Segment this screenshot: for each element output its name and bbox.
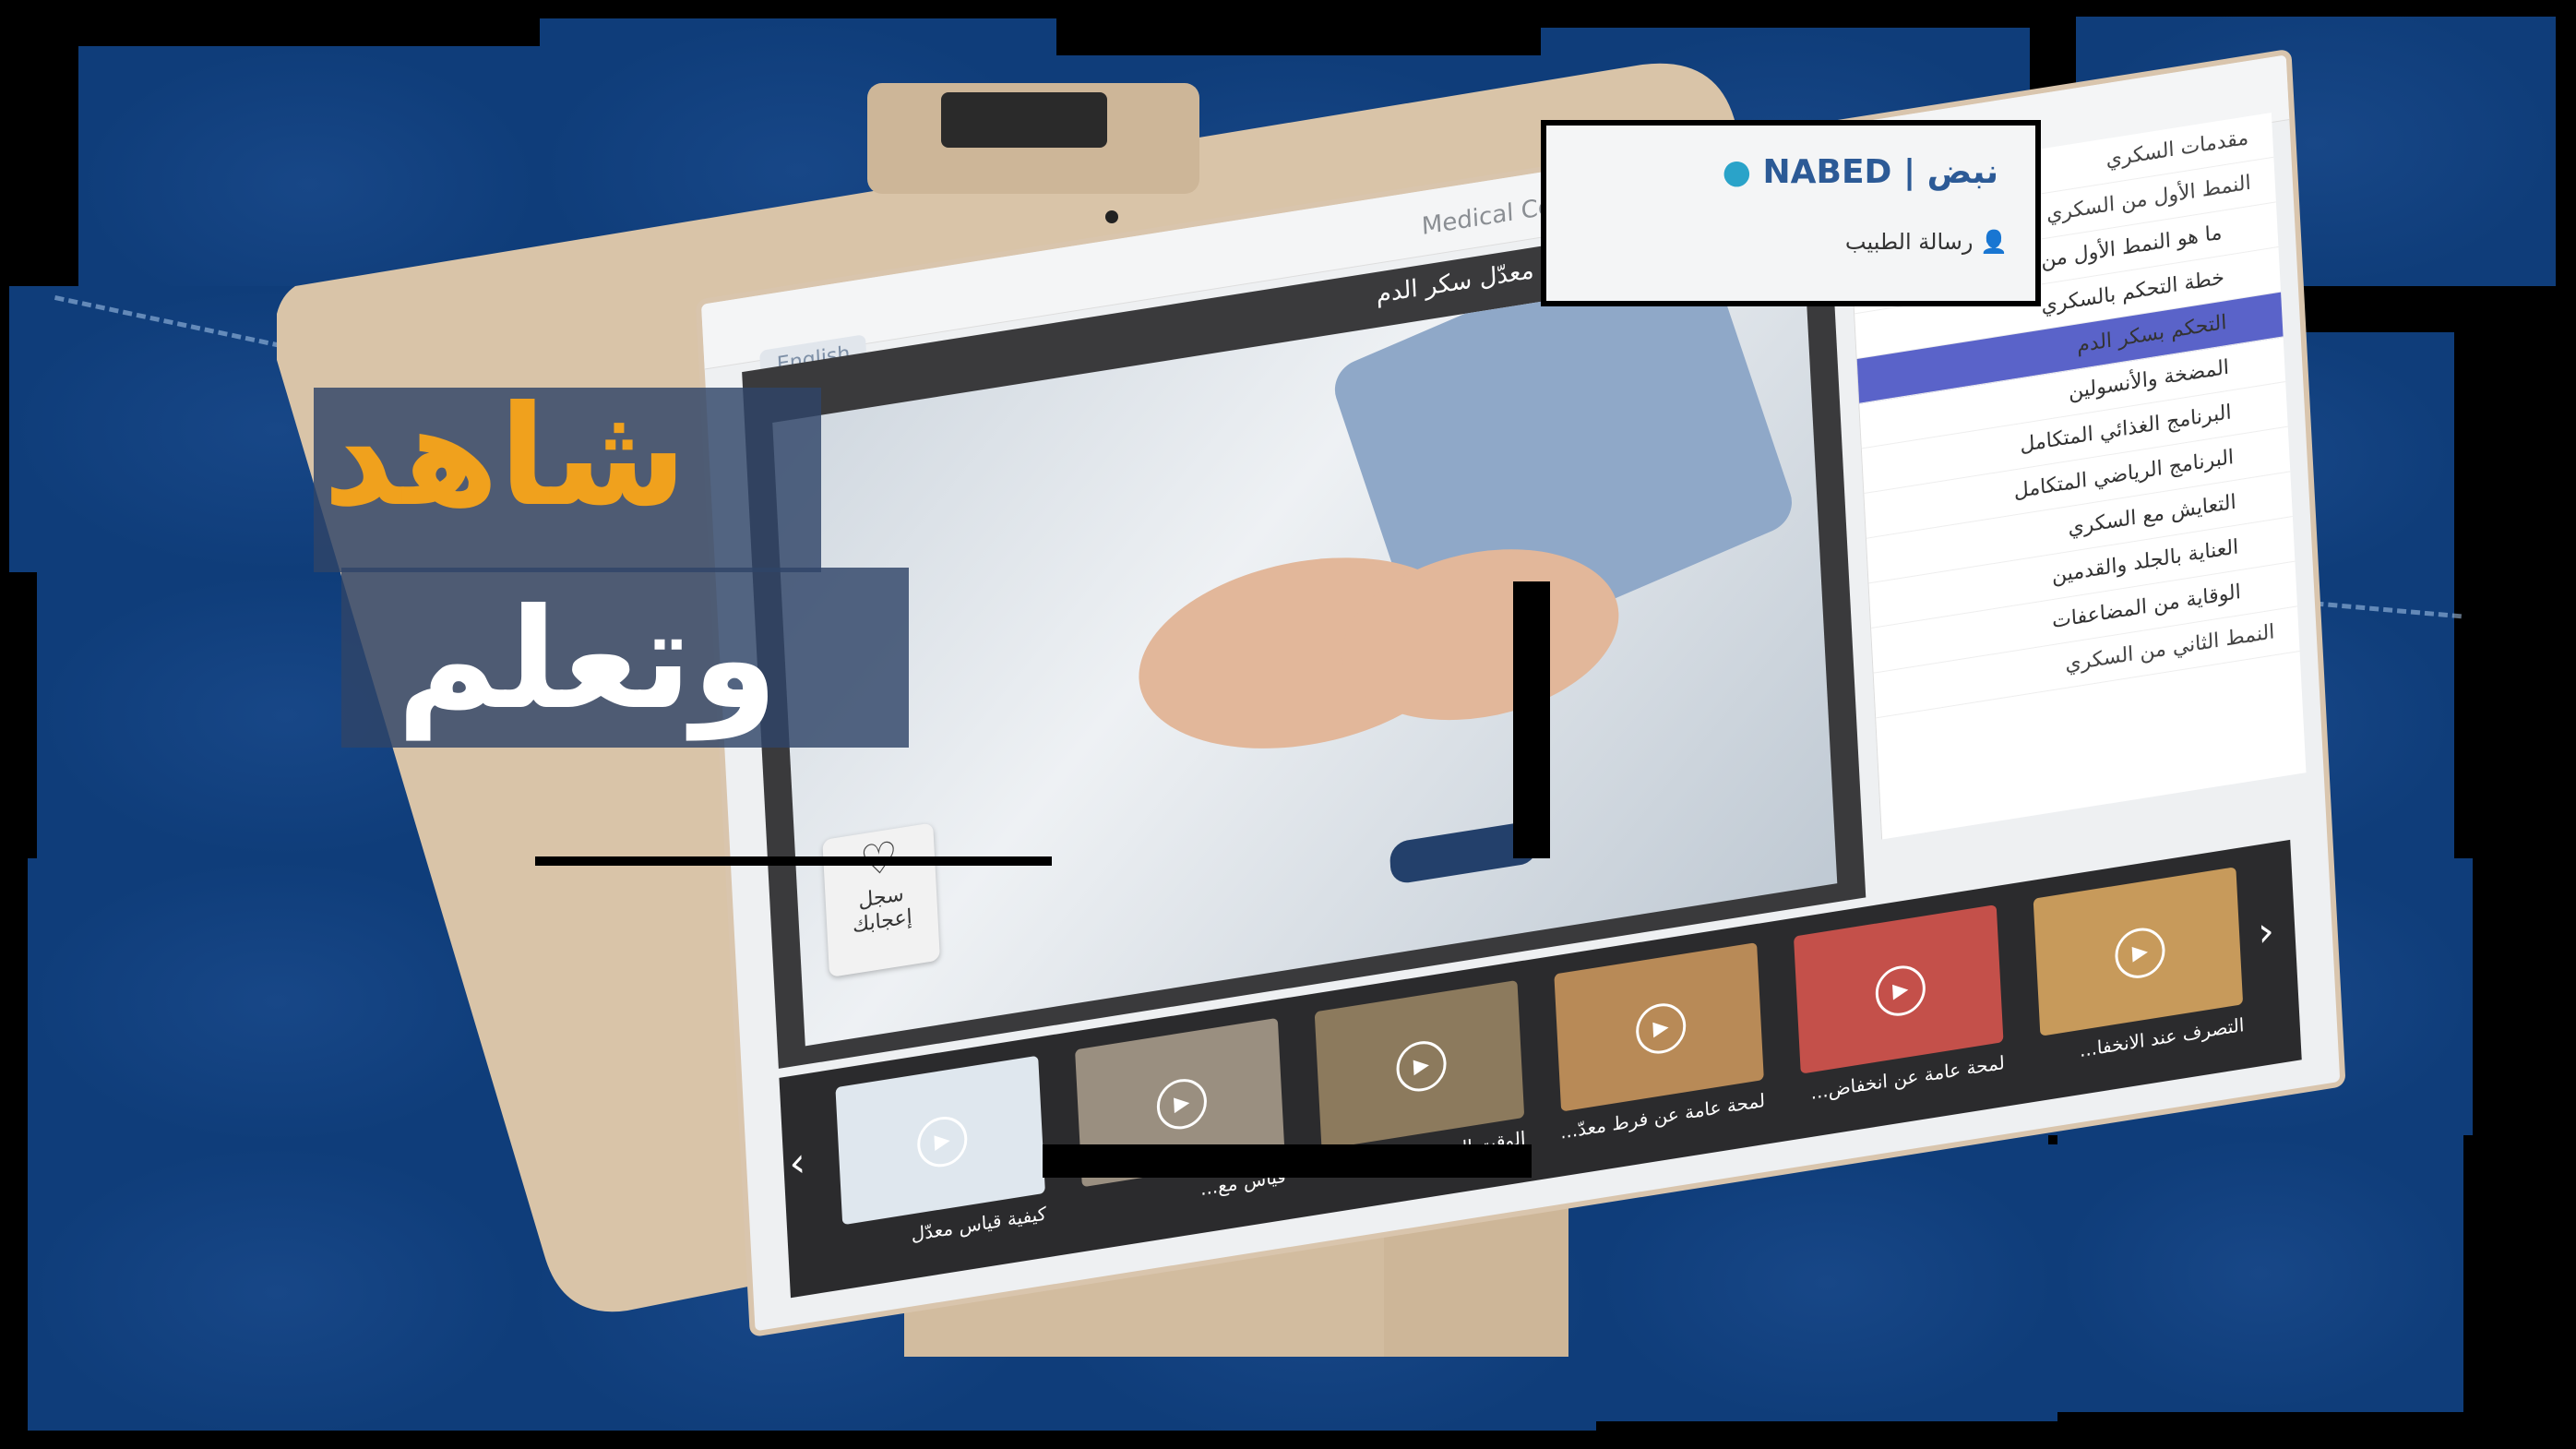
video-frame: Medical Center English كيفية التصرف عند … <box>0 0 2576 1449</box>
glitch-bar <box>535 856 1052 866</box>
chevron-right-icon[interactable]: › <box>2257 907 2275 956</box>
logo-panel: نبض | NABED ● 👤 رسالة الطبيب <box>1541 120 2041 306</box>
logo-divider: | <box>1891 153 1916 191</box>
carousel-thumbnail[interactable]: ▶ <box>1314 979 1525 1150</box>
glitch-bar <box>0 0 2576 17</box>
glitch-bar <box>1043 1144 1532 1178</box>
carousel-thumbnail[interactable]: ▶ <box>2033 867 2244 1036</box>
headline-learn: وتعلم <box>397 580 779 740</box>
doctor-message-button[interactable]: 👤 رسالة الطبيب <box>1845 229 2008 255</box>
play-icon: ▶ <box>2114 924 2166 982</box>
logo-arabic: نبض <box>1926 153 1998 191</box>
play-icon: ▶ <box>1155 1075 1209 1133</box>
carousel-thumbnail[interactable]: ▶ <box>835 1055 1045 1226</box>
play-icon: ▶ <box>1874 962 1927 1020</box>
play-icon: ▶ <box>915 1113 969 1171</box>
carousel-thumbnail[interactable]: ▶ <box>1793 904 2004 1074</box>
glitch-bar <box>1513 581 1550 858</box>
glitch-bar <box>0 1431 2576 1449</box>
logo: نبض | NABED ● <box>1723 153 1998 191</box>
play-icon: ▶ <box>1634 1000 1688 1058</box>
doctor-icon: 👤 <box>1980 229 2008 255</box>
logo-mark-icon: ● <box>1722 153 1751 191</box>
logo-english: NABED <box>1762 153 1892 191</box>
chevron-left-icon[interactable]: ‹ <box>788 1139 806 1188</box>
doctor-message-label: رسالة الطبيب <box>1844 229 1974 255</box>
like-button[interactable]: ♡ سجل إعجابك <box>822 822 940 978</box>
carousel-thumbnail[interactable]: ▶ <box>1554 941 1764 1112</box>
play-icon: ▶ <box>1395 1037 1448 1096</box>
headline-watch: شاهد <box>323 377 687 537</box>
